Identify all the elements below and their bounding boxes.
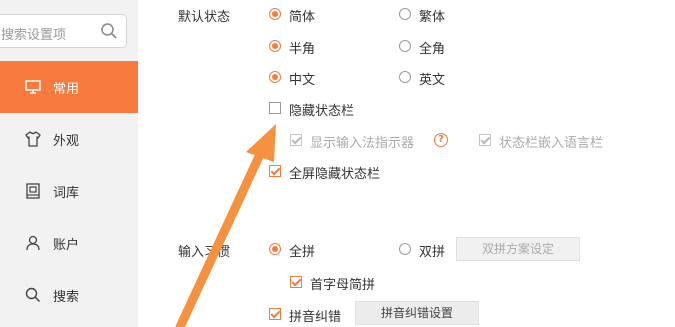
arrow-shaft [175, 145, 267, 327]
arrow-head [246, 124, 276, 162]
annotation-arrow [175, 124, 276, 327]
